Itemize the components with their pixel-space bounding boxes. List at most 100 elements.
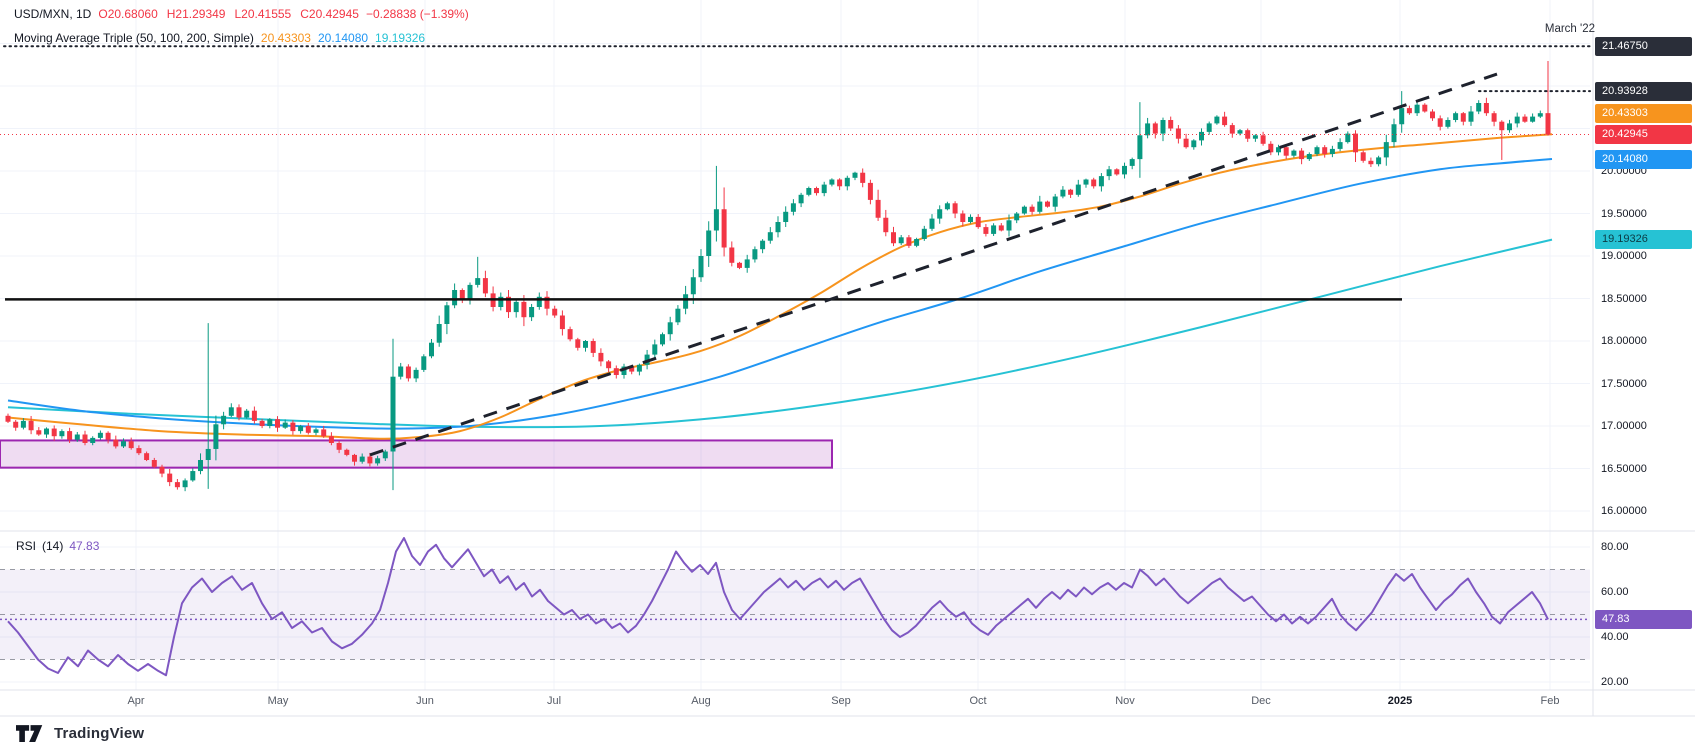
- candle-body[interactable]: [1407, 108, 1412, 113]
- candle-body[interactable]: [1338, 142, 1343, 149]
- candle-body[interactable]: [1176, 129, 1181, 139]
- candle-body[interactable]: [706, 231, 711, 257]
- candle-body[interactable]: [614, 368, 619, 375]
- candle-body[interactable]: [514, 302, 519, 312]
- price-axis[interactable]: 20.0000019.5000019.0000018.5000018.00000…: [1593, 0, 1695, 716]
- candle-body[interactable]: [1284, 147, 1289, 156]
- candle-body[interactable]: [190, 471, 195, 480]
- candle-body[interactable]: [829, 180, 834, 185]
- candle-body[interactable]: [329, 436, 334, 443]
- candle-body[interactable]: [337, 443, 342, 450]
- candle-body[interactable]: [1345, 134, 1350, 143]
- candle-body[interactable]: [252, 411, 257, 421]
- candle-body[interactable]: [1114, 169, 1119, 174]
- candle-body[interactable]: [822, 185, 827, 194]
- candle-body[interactable]: [1230, 125, 1235, 134]
- candle-body[interactable]: [298, 426, 303, 431]
- tradingview-watermark[interactable]: TradingView: [16, 724, 144, 743]
- candle-body[interactable]: [699, 256, 704, 277]
- candle-body[interactable]: [1130, 159, 1135, 166]
- candle-body[interactable]: [475, 278, 480, 285]
- candle-body[interactable]: [1207, 123, 1212, 131]
- candle-body[interactable]: [1214, 117, 1219, 124]
- candle-body[interactable]: [760, 241, 765, 250]
- candle-body[interactable]: [429, 343, 434, 357]
- candle-body[interactable]: [1484, 103, 1489, 113]
- candle-body[interactable]: [275, 419, 280, 428]
- candle-body[interactable]: [1084, 180, 1089, 185]
- candle-body[interactable]: [1145, 123, 1150, 135]
- candle-body[interactable]: [1384, 142, 1389, 157]
- candle-body[interactable]: [460, 290, 465, 299]
- candle-body[interactable]: [691, 277, 696, 294]
- candle-body[interactable]: [968, 217, 973, 222]
- candle-body[interactable]: [675, 309, 680, 323]
- candle-body[interactable]: [144, 453, 149, 460]
- candle-body[interactable]: [175, 482, 180, 487]
- candle-body[interactable]: [1299, 151, 1304, 160]
- candle-body[interactable]: [437, 324, 442, 343]
- candle-body[interactable]: [791, 203, 796, 212]
- candle-body[interactable]: [1238, 130, 1243, 133]
- candle-body[interactable]: [845, 178, 850, 187]
- candle-body[interactable]: [1245, 130, 1250, 139]
- candle-body[interactable]: [1368, 161, 1373, 164]
- candle-body[interactable]: [729, 248, 734, 263]
- candle-body[interactable]: [1222, 117, 1227, 126]
- candle-body[interactable]: [1522, 117, 1527, 122]
- candle-body[interactable]: [837, 180, 842, 187]
- candle-body[interactable]: [6, 416, 11, 422]
- candle-body[interactable]: [1415, 105, 1420, 114]
- candle-body[interactable]: [1184, 139, 1189, 148]
- candle-body[interactable]: [1353, 134, 1358, 153]
- candle-body[interactable]: [683, 294, 688, 308]
- candle-body[interactable]: [290, 423, 295, 432]
- candle-body[interactable]: [1538, 113, 1543, 116]
- candle-body[interactable]: [1307, 154, 1312, 159]
- candle-body[interactable]: [52, 429, 57, 437]
- candle-body[interactable]: [1430, 112, 1435, 119]
- candle-body[interactable]: [1053, 197, 1058, 207]
- candle-body[interactable]: [167, 474, 172, 483]
- candle-body[interactable]: [244, 411, 249, 418]
- candle-body[interactable]: [945, 203, 950, 209]
- candle-body[interactable]: [321, 429, 326, 436]
- candle-body[interactable]: [637, 365, 642, 372]
- candle-body[interactable]: [591, 341, 596, 353]
- candle-body[interactable]: [799, 195, 804, 204]
- candle-body[interactable]: [1007, 220, 1012, 230]
- candle-body[interactable]: [267, 419, 272, 426]
- ma-line-sma200[interactable]: [8, 240, 1552, 428]
- candle-body[interactable]: [237, 407, 242, 417]
- candle-body[interactable]: [1161, 120, 1166, 134]
- candle-body[interactable]: [552, 309, 557, 316]
- candle-body[interactable]: [198, 460, 203, 471]
- candle-body[interactable]: [452, 290, 457, 305]
- candle-body[interactable]: [421, 356, 426, 370]
- candle-body[interactable]: [1461, 113, 1466, 122]
- candle-body[interactable]: [660, 334, 665, 344]
- candle-body[interactable]: [283, 423, 288, 428]
- candle-body[interactable]: [806, 188, 811, 195]
- candle-body[interactable]: [922, 229, 927, 239]
- candle-body[interactable]: [1399, 108, 1404, 124]
- candle-body[interactable]: [1361, 152, 1366, 161]
- candle-body[interactable]: [98, 433, 103, 438]
- candle-body[interactable]: [44, 429, 49, 435]
- candle-body[interactable]: [106, 433, 111, 440]
- candle-body[interactable]: [568, 329, 573, 339]
- candle-body[interactable]: [783, 212, 788, 222]
- candle-body[interactable]: [1199, 132, 1204, 141]
- candle-body[interactable]: [1515, 117, 1520, 124]
- candle-body[interactable]: [121, 441, 126, 446]
- candle-body[interactable]: [521, 302, 526, 317]
- candle-body[interactable]: [1076, 185, 1081, 195]
- candle-body[interactable]: [868, 183, 873, 200]
- candle-body[interactable]: [529, 307, 534, 317]
- candle-body[interactable]: [67, 431, 72, 440]
- candle-body[interactable]: [306, 426, 311, 433]
- candle-body[interactable]: [1060, 190, 1065, 197]
- candle-body[interactable]: [1099, 176, 1104, 186]
- candle-body[interactable]: [444, 305, 449, 324]
- candle-body[interactable]: [899, 237, 904, 243]
